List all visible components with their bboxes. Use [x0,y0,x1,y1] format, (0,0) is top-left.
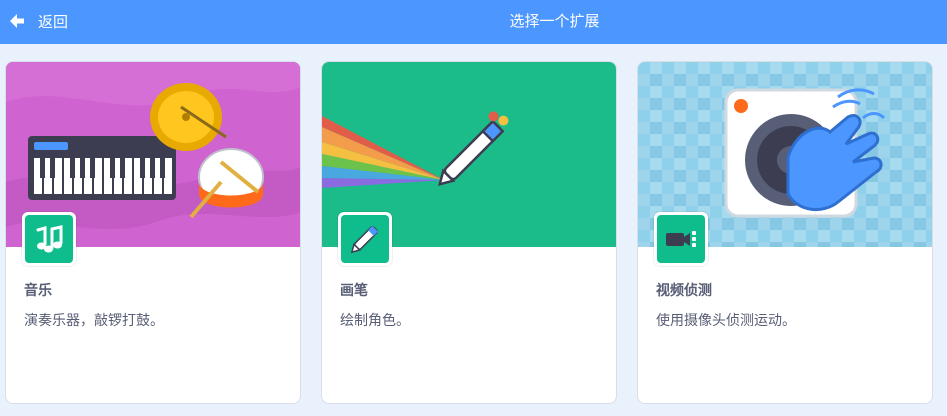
page-title: 选择一个扩展 [509,12,600,30]
video-camera-icon [666,231,696,247]
extension-title: 视频侦测 [656,283,712,299]
music-notes-icon [36,225,63,253]
extension-card-video-sensing[interactable]: 视频侦测 使用摄像头侦测运动。 [637,61,933,404]
extension-card-pen[interactable]: 画笔 绘制角色。 [321,61,617,404]
extension-description: 演奏乐器，敲锣打鼓。 [24,313,164,329]
extension-icon-pen [338,212,392,266]
extension-icon-video-sensing [654,212,708,266]
extension-title: 音乐 [24,283,52,299]
extension-title: 画笔 [340,283,368,299]
extension-description: 使用摄像头侦测运动。 [656,313,796,329]
extension-card-music[interactable]: 音乐 演奏乐器，敲锣打鼓。 [5,61,301,404]
extension-description: 绘制角色。 [340,313,410,329]
pen-icon [350,225,379,254]
extension-icon-music [22,212,76,266]
header-bar: 返回 选择一个扩展 [0,0,947,44]
